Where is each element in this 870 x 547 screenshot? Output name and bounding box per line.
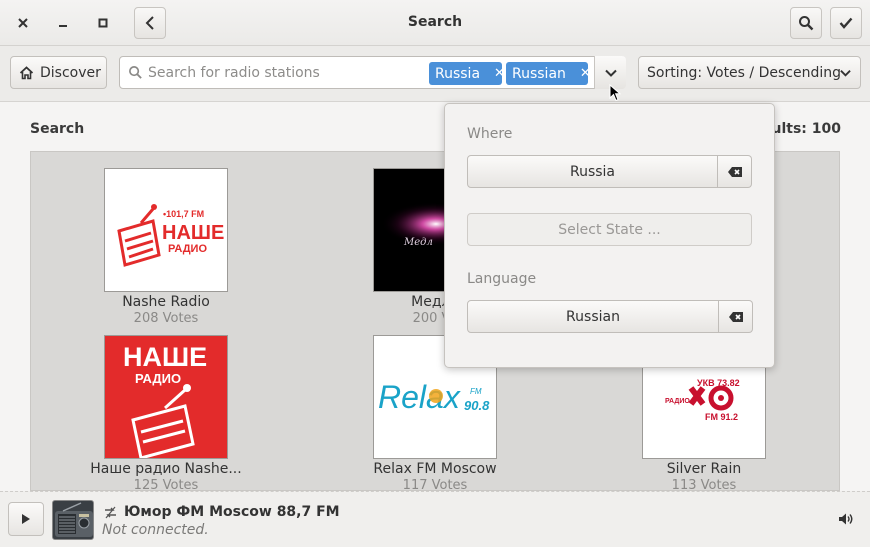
logo-frequency: •101,7 FM (163, 209, 204, 219)
window-title: Search (407, 14, 463, 30)
country-value: Russia (569, 163, 616, 180)
station-tile[interactable]: НАШЕ РАДИО Наше радио Nashe... 125 Votes (66, 335, 266, 491)
header-bar: Search (0, 0, 870, 46)
station-votes: 117 Votes (402, 478, 468, 491)
station-logo: НАШЕ РАДИО (104, 335, 228, 459)
state-selector: Select State ... (467, 213, 752, 246)
home-icon (19, 65, 34, 79)
chip-label: Russian (512, 65, 566, 82)
mouse-cursor-icon (609, 84, 621, 102)
station-logo: •101,7 FM НАШЕ РАДИО (104, 168, 228, 292)
station-name: Наше радио Nashe... (90, 461, 242, 477)
logo-subtitle: РАДИО (168, 243, 207, 255)
toolbar: Discover Russia ✕ Russian ✕ Sorting: Vot… (0, 46, 870, 102)
remove-chip-icon[interactable]: ✕ (580, 66, 591, 81)
where-label: Where (467, 126, 513, 142)
search-input[interactable] (148, 63, 418, 83)
logo-subtitle: РАДИО (135, 371, 181, 386)
state-placeholder: Select State ... (558, 221, 661, 238)
search-icon (799, 16, 814, 31)
logo-title: НАШЕ (123, 342, 207, 372)
language-button[interactable]: Russian (467, 300, 719, 333)
backspace-icon (728, 311, 743, 322)
chevron-down-icon (604, 69, 617, 77)
logo-title: Медл (403, 237, 433, 248)
filter-popover: Where Russia Select State ... Language R… (444, 103, 775, 368)
station-tile[interactable]: •101,7 FM НАШЕ РАДИО Nashe Radio 208 Vot… (66, 168, 266, 326)
checkmark-icon (839, 17, 853, 29)
discover-label: Discover (40, 64, 101, 81)
station-votes: 113 Votes (671, 478, 737, 491)
disconnected-icon (105, 506, 116, 519)
sorting-label: Sorting: Votes / Descending (647, 64, 841, 81)
station-votes: 208 Votes (133, 311, 199, 326)
logo-title: НАШЕ (162, 222, 224, 244)
search-toggle-button[interactable] (790, 7, 822, 39)
search-box[interactable]: Russia ✕ Russian ✕ (119, 56, 626, 89)
sorting-dropdown[interactable]: Sorting: Votes / Descending (638, 56, 861, 89)
play-button[interactable] (8, 502, 44, 536)
volume-icon[interactable] (838, 512, 854, 526)
station-name: Relax FM Moscow (373, 461, 497, 477)
logo-frequency: FM 91.2 (705, 412, 738, 422)
station-votes: 125 Votes (133, 478, 199, 491)
logo-frequency: 90.8 (464, 398, 490, 413)
player-bar: Юмор ФМ Moscow 88,7 FM Not connected. (0, 491, 870, 547)
connection-status: Not connected. (102, 522, 209, 538)
language-value: Russian (566, 308, 620, 325)
search-icon (129, 66, 142, 79)
station-name: Silver Rain (666, 461, 742, 477)
remove-chip-icon[interactable]: ✕ (494, 66, 505, 81)
clear-language-button[interactable] (719, 300, 753, 333)
station-name: Nashe Radio (122, 294, 210, 310)
clear-country-button[interactable] (718, 155, 752, 188)
filter-chip-language[interactable]: Russian ✕ (506, 62, 591, 85)
logo-fm: FM (470, 387, 482, 396)
radio-icon (52, 500, 94, 540)
confirm-button[interactable] (830, 7, 862, 39)
language-label: Language (467, 271, 537, 287)
filter-chip-country[interactable]: Russia ✕ (429, 62, 505, 85)
play-icon (22, 514, 30, 524)
backspace-icon (727, 166, 742, 177)
discover-button[interactable]: Discover (10, 56, 107, 89)
logo-radio: РАДИО (665, 398, 690, 405)
section-title: Search (30, 121, 85, 137)
chip-label: Russia (435, 65, 481, 82)
logo-title: Relax (378, 379, 461, 415)
country-button[interactable]: Russia (467, 155, 718, 188)
now-playing-title: Юмор ФМ Moscow 88,7 FM (124, 504, 340, 520)
chevron-down-icon (840, 70, 851, 77)
